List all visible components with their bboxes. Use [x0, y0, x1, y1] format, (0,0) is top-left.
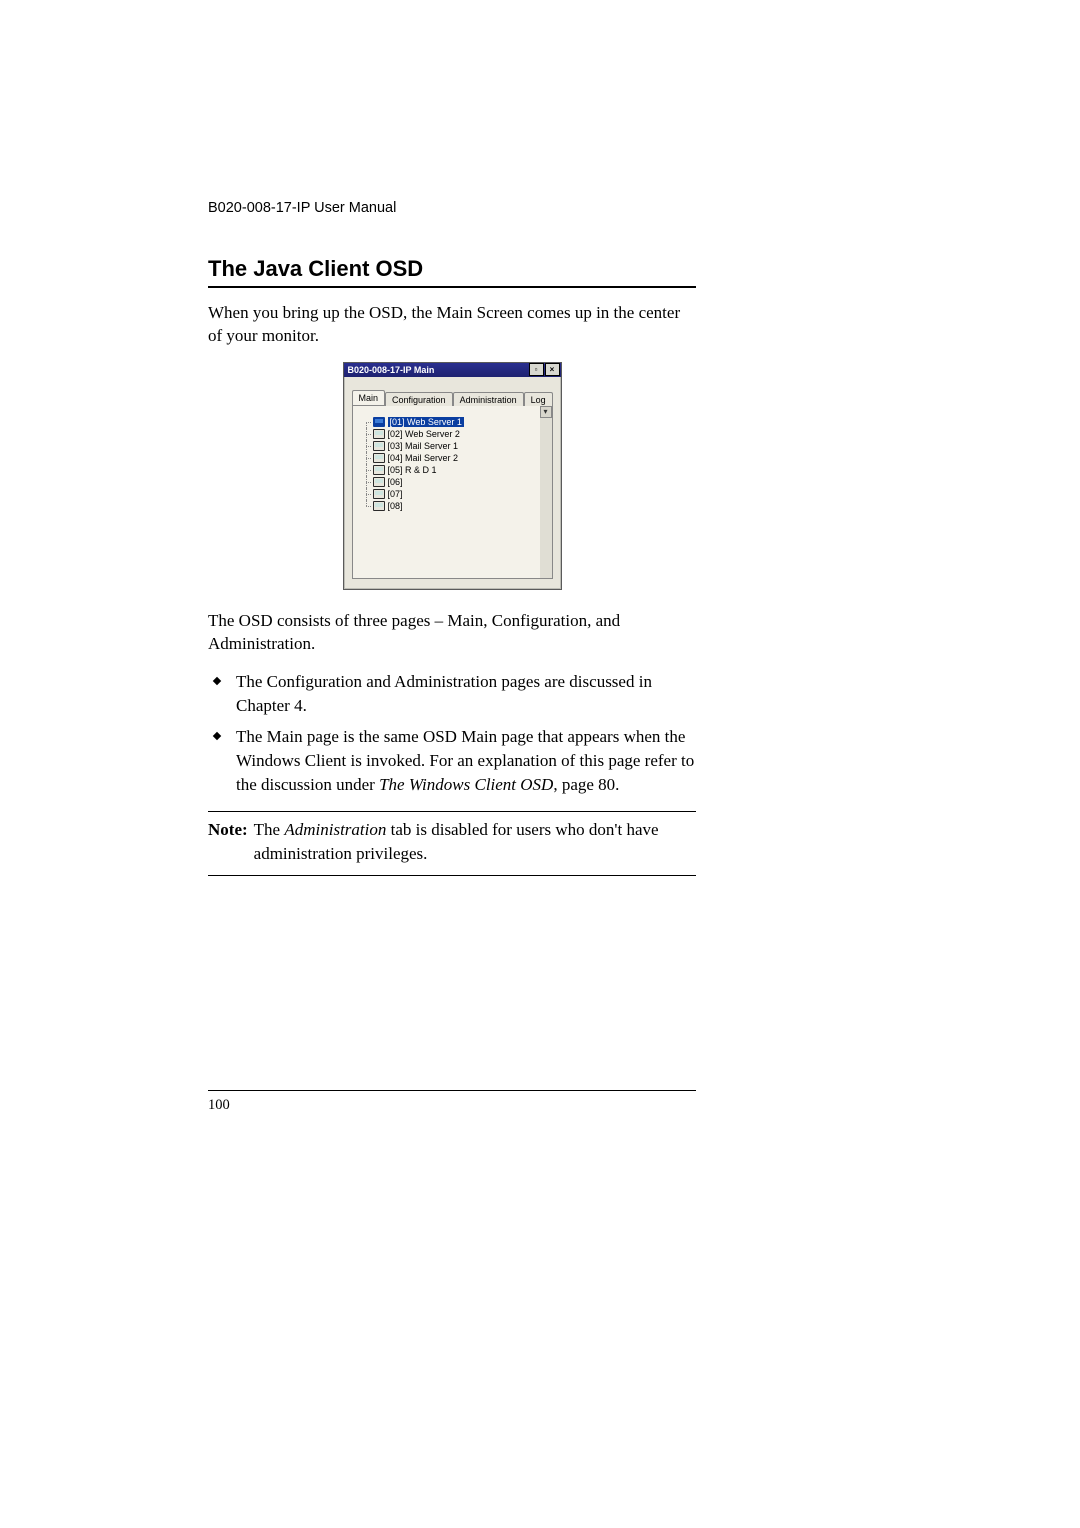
tree-label: [07]	[388, 489, 403, 499]
note-rule-bottom	[208, 875, 696, 876]
osd-tabstrip: Main Configuration Administration Log	[352, 387, 553, 406]
paragraph-after-figure: The OSD consists of three pages – Main, …	[208, 610, 696, 656]
bullet-item: The Main page is the same OSD Main page …	[228, 725, 696, 796]
tree-label: [03] Mail Server 1	[388, 441, 459, 451]
tree-label: [06]	[388, 477, 403, 487]
port-icon	[373, 453, 385, 463]
port-icon	[373, 441, 385, 451]
note-block: Note: The Administration tab is disabled…	[208, 818, 696, 866]
osd-content: [01] Web Server 1 [02] Web Server 2 [03]…	[352, 406, 553, 579]
bullet-text-b: , page 80.	[553, 775, 619, 794]
scrollbar[interactable]: ▾	[540, 406, 552, 578]
osd-titlebar: B020-008-17-IP Main ▫ ×	[344, 363, 561, 377]
osd-figure: B020-008-17-IP Main ▫ × Main Configurati…	[208, 362, 696, 590]
note-text-em: Administration	[284, 820, 386, 839]
bullet-list: The Configuration and Administration pag…	[208, 670, 696, 797]
tree-label: [08]	[388, 501, 403, 511]
note-text-a: The	[254, 820, 285, 839]
tree-item[interactable]: [04] Mail Server 2	[363, 452, 534, 464]
tree-item[interactable]: [02] Web Server 2	[363, 428, 534, 440]
note-label: Note:	[208, 818, 254, 866]
port-icon	[373, 429, 385, 439]
page-number: 100	[208, 1097, 696, 1114]
tab-log[interactable]: Log	[524, 392, 553, 406]
tree-item[interactable]: [08]	[363, 500, 534, 512]
section-title: The Java Client OSD	[208, 256, 696, 282]
tab-configuration[interactable]: Configuration	[385, 392, 453, 406]
tab-administration[interactable]: Administration	[453, 392, 524, 406]
bullet-item: The Configuration and Administration pag…	[228, 670, 696, 718]
osd-window: B020-008-17-IP Main ▫ × Main Configurati…	[343, 362, 562, 590]
tree-item[interactable]: [05] R & D 1	[363, 464, 534, 476]
port-icon	[373, 465, 385, 475]
port-icon	[373, 501, 385, 511]
tree-item[interactable]: [01] Web Server 1	[363, 416, 534, 428]
close-icon[interactable]: ×	[545, 363, 560, 376]
page-header: B020-008-17-IP User Manual	[208, 200, 696, 216]
scroll-down-icon[interactable]: ▾	[540, 406, 552, 418]
tree-item[interactable]: [03] Mail Server 1	[363, 440, 534, 452]
osd-window-title: B020-008-17-IP Main	[348, 365, 435, 375]
note-rule-top	[208, 811, 696, 812]
footer-rule	[208, 1090, 696, 1091]
port-icon	[373, 417, 385, 427]
port-icon	[373, 489, 385, 499]
intro-paragraph: When you bring up the OSD, the Main Scre…	[208, 302, 696, 348]
tree-label: [05] R & D 1	[388, 465, 437, 475]
minimize-icon[interactable]: ▫	[529, 363, 544, 376]
tree-item[interactable]: [07]	[363, 488, 534, 500]
title-rule	[208, 286, 696, 288]
tree-label: [04] Mail Server 2	[388, 453, 459, 463]
port-icon	[373, 477, 385, 487]
tree-item[interactable]: [06]	[363, 476, 534, 488]
bullet-text-em: The Windows Client OSD	[379, 775, 553, 794]
tab-main[interactable]: Main	[352, 390, 386, 405]
tree-label: [02] Web Server 2	[388, 429, 460, 439]
port-tree: [01] Web Server 1 [02] Web Server 2 [03]…	[353, 406, 540, 578]
tree-label: [01] Web Server 1	[388, 417, 464, 427]
